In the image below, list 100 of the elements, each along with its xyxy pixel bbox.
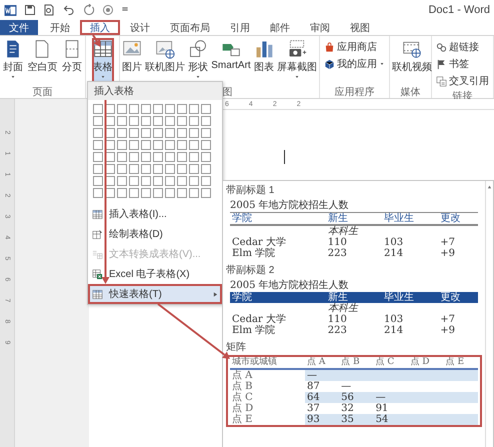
table-cell-text: +9	[439, 248, 456, 259]
table-caption: 2005 年地方院校招生人数	[230, 200, 350, 212]
ribbon-button[interactable]: 屏幕截图	[276, 38, 318, 85]
column-header: 城市或城镇	[230, 357, 305, 369]
menu-item[interactable]: 插入表格(I)...	[88, 204, 222, 224]
table-cell-text: 103	[383, 237, 404, 248]
table-cell: 点 A	[230, 369, 305, 381]
table-cell: —	[339, 381, 374, 392]
ribbon-button[interactable]: 分页	[61, 38, 84, 85]
table-cell-text: +9	[439, 325, 456, 336]
column-header: 更改	[438, 292, 478, 303]
pencil-table-icon	[92, 228, 103, 240]
table-cell: 点 D	[230, 403, 305, 414]
table-cell: 32	[339, 403, 374, 414]
table-cell: 91	[374, 403, 408, 414]
cube-icon	[324, 58, 335, 70]
menu-item[interactable]: 绘制表格(D)	[88, 224, 222, 244]
ribbon-tab[interactable]: 设计	[120, 20, 160, 35]
redo-icon	[83, 4, 95, 16]
table-cell-text: 223	[326, 248, 348, 259]
ribbon-tab[interactable]: 邮件	[260, 20, 300, 35]
print-preview-icon	[43, 4, 55, 16]
table-cell-text: 110	[326, 237, 348, 248]
undo-icon	[62, 4, 76, 16]
ribbon-button[interactable]: SmartArt	[210, 38, 252, 85]
table-cell-text: Cedar 大学	[231, 314, 287, 325]
column-header: 更改	[438, 212, 478, 225]
ribbon-button[interactable]: 应用商店	[323, 39, 386, 55]
table-icon	[92, 39, 112, 59]
ribbon-button[interactable]: 图表	[252, 38, 275, 85]
file-tab[interactable]: 文件	[0, 20, 38, 35]
table-cell: 本科生	[326, 225, 382, 237]
table-cell-text: +7	[439, 237, 456, 248]
column-header: 学院	[230, 212, 326, 225]
ribbon-button[interactable]: 联机视频	[391, 38, 433, 85]
shapes-icon	[188, 39, 208, 59]
table-cell: 64	[304, 392, 340, 403]
link-icon	[436, 42, 447, 52]
gallery-heading: 带副标题 2	[226, 264, 276, 278]
table-preview[interactable]: 2005 年地方院校招生人数 学院 新生 毕业生 更改 本科生 Cedar 大学 110 103 +7 Elm 学院 223 214 +9	[226, 278, 482, 338]
column-header: 新生	[326, 212, 382, 225]
table-cell: 56	[339, 392, 374, 403]
table-cell: 点 E	[230, 414, 305, 425]
table-cell-text: Cedar 大学	[231, 237, 287, 248]
ribbon-tab[interactable]: 插入	[80, 20, 120, 35]
table-cell-text: 110	[326, 314, 348, 325]
cross-reference-icon	[436, 76, 447, 86]
annotation-arrow	[92, 34, 100, 47]
menu-header: 插入表格	[88, 82, 222, 100]
group-label: 页面	[32, 87, 52, 98]
table-cell-text: 214	[383, 248, 404, 259]
spreadsheet-icon	[92, 268, 103, 280]
gallery-heading: 带副标题 1	[226, 184, 276, 198]
table-cell: 37	[304, 403, 340, 414]
ribbon-button[interactable]: 交叉引用	[435, 73, 490, 89]
ribbon-tab[interactable]: 引用	[220, 20, 260, 35]
ribbon-button[interactable]: 空白页	[26, 38, 58, 85]
table-icon	[92, 288, 103, 300]
menu-item[interactable]: 快速表格(T)	[88, 284, 222, 304]
gallery-heading: 矩阵	[226, 340, 247, 355]
column-header: 毕业生	[382, 212, 438, 225]
bar-chart-icon	[254, 39, 274, 59]
table-cell: —	[304, 369, 340, 381]
table-cell: 35	[339, 414, 374, 425]
ribbon-tab[interactable]: 审阅	[300, 20, 340, 35]
table-preview[interactable]: 2005 年地方院校招生人数 学院 新生 毕业生 更改 本科生 Cedar 大学 110 103 +7 Elm 学院 223 214 +9	[226, 198, 482, 261]
ribbon-button[interactable]: 形状	[187, 38, 210, 85]
store-icon	[324, 42, 335, 52]
group-label: 应用程序	[334, 87, 374, 98]
table-cell-text: 214	[383, 325, 404, 336]
video-globe-icon	[402, 39, 422, 59]
table-cell: 本科生	[326, 303, 382, 314]
table-cell: —	[374, 392, 408, 403]
table-caption: 2005 年地方院校招生人数	[230, 280, 350, 292]
group-label: 媒体	[400, 87, 420, 98]
table-cell-text: Elm 学院	[231, 248, 276, 259]
column-header: 毕业生	[382, 292, 438, 303]
table-cell-text: 103	[383, 314, 404, 325]
ribbon-tab[interactable]: 开始	[40, 20, 80, 35]
ribbon-button[interactable]: 超链接	[435, 39, 490, 55]
table-cell: 87	[304, 381, 340, 392]
touch-mode-icon	[102, 4, 114, 16]
ribbon-button[interactable]: 我的应用	[323, 56, 386, 72]
word-logo-icon	[4, 4, 17, 16]
convert-icon	[92, 248, 103, 260]
scroll-up-icon	[487, 185, 492, 189]
table-preview[interactable]: 城市或城镇 点 A 点 B 点 C 点 D 点 E 点 A — 点 B 87 — 点 C 64 56 — 点 D 37 32 91 点 E 93 35 54	[226, 355, 482, 427]
table-cell-text: +7	[439, 314, 456, 325]
camera-icon	[286, 39, 307, 59]
flag-icon	[436, 58, 447, 70]
window-title: Doc1 - Word	[428, 4, 490, 16]
ribbon-button[interactable]: 书签	[435, 56, 490, 72]
table-cell-text: Elm 学院	[231, 325, 276, 336]
column-header: 新生	[326, 292, 382, 303]
ribbon-tab[interactable]: 页面布局	[160, 20, 220, 35]
column-header: 学院	[230, 292, 326, 303]
group-label: 图	[222, 87, 232, 98]
ribbon-button[interactable]: 封面	[2, 38, 24, 85]
ribbon-tab[interactable]: 视图	[340, 20, 380, 35]
save-icon	[24, 4, 36, 16]
